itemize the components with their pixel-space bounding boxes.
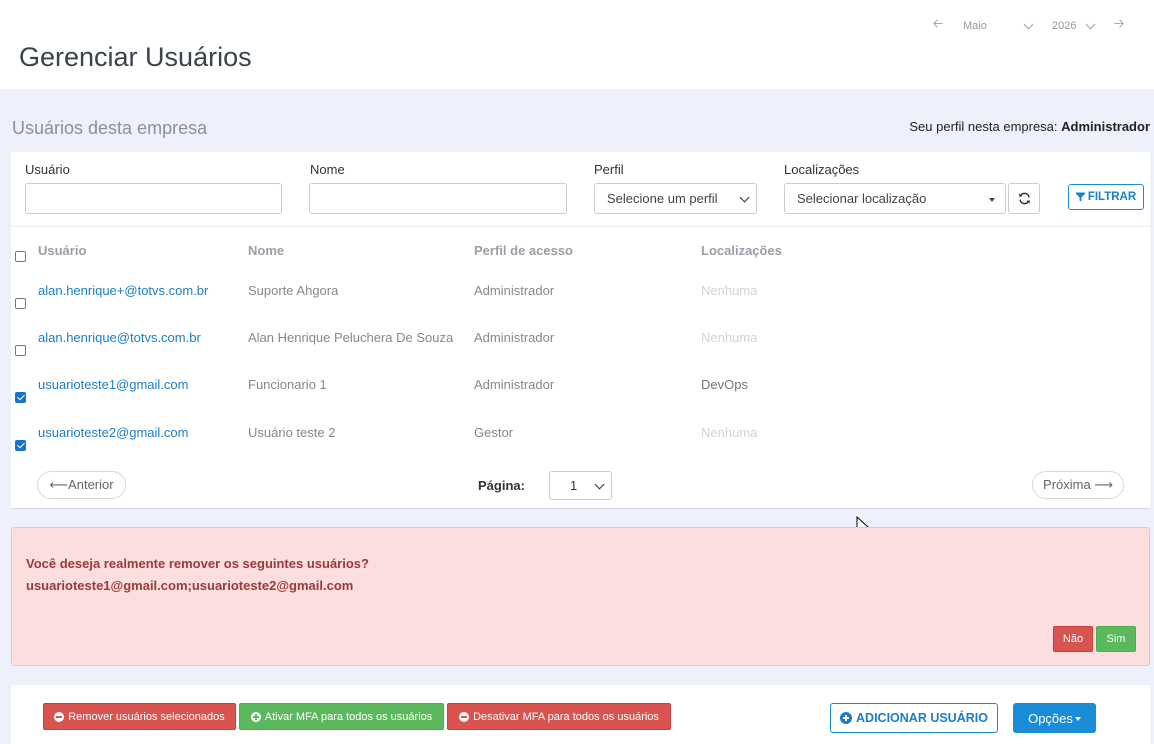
previous-page-button[interactable]: ⟵Anterior [37, 471, 126, 499]
row-nome: Funcionario 1 [248, 377, 327, 392]
chevron-down-icon [739, 192, 750, 203]
next-page-button[interactable]: Próxima ⟶ [1032, 471, 1124, 499]
minus-circle-icon [459, 711, 470, 722]
remove-selected-users-button[interactable]: Remover usuários selecionados [43, 703, 236, 730]
row-checkbox[interactable] [15, 345, 26, 356]
filter-icon [1075, 192, 1085, 202]
row-usuario-link[interactable]: usuarioteste1@gmail.com [38, 377, 188, 392]
row-usuario-link[interactable]: usuarioteste2@gmail.com [38, 425, 188, 440]
row-perfil: Administrador [474, 377, 555, 392]
prev-month-arrow-icon[interactable]: 🡠 [931, 15, 945, 37]
perfil-select[interactable]: Selecione um perfil [594, 183, 757, 214]
disable-mfa-button[interactable]: Desativar MFA para todos os usuários [447, 703, 671, 730]
confirmation-emails: usuarioteste1@gmail.com;usuarioteste2@gm… [26, 578, 354, 593]
month-select[interactable]: Maio [963, 19, 1034, 32]
column-header-nome[interactable]: Nome [248, 243, 284, 258]
column-header-perfil[interactable]: Perfil de acesso [474, 243, 573, 258]
remove-selected-users-label: Remover usuários selecionados [68, 710, 225, 723]
users-panel: Usuário Nome Perfil Selecione um perfil … [11, 152, 1150, 509]
actions-footer: Remover usuários selecionados Ativar MFA… [11, 685, 1150, 744]
row-checkbox[interactable] [15, 298, 26, 309]
options-label: Opções [1028, 710, 1073, 726]
row-localizacoes: Nenhuma [701, 425, 758, 440]
year-select[interactable]: 2026 [1052, 19, 1096, 32]
row-nome: Usuário teste 2 [248, 425, 336, 440]
localizacoes-filter-label: Localizações [784, 162, 860, 177]
yes-button[interactable]: Sim [1096, 626, 1136, 652]
caret-down-icon [1074, 717, 1081, 721]
select-all-checkbox[interactable] [15, 251, 26, 262]
enable-mfa-label: Ativar MFA para todos os usuários [264, 710, 433, 723]
row-nome: Suporte Ahgora [248, 283, 339, 298]
localizacoes-select[interactable]: Selecionar localização [784, 183, 1006, 214]
profile-value: Administrador [1061, 119, 1150, 134]
nome-filter-label: Nome [310, 162, 345, 177]
row-usuario-link[interactable]: alan.henrique+@totvs.com.br [38, 283, 208, 298]
dropdown-caret-icon [989, 198, 995, 202]
localizacoes-select-value: Selecionar localização [797, 191, 927, 206]
add-user-label: ADICIONAR USUÁRIO [856, 711, 988, 725]
confirmation-message: Você deseja realmente remover os seguint… [26, 556, 369, 571]
row-usuario-link[interactable]: alan.henrique@totvs.com.br [38, 330, 201, 345]
add-user-button[interactable]: ADICIONAR USUÁRIO [830, 703, 998, 733]
row-perfil: Administrador [474, 283, 555, 298]
filter-button-label: FILTRAR [1087, 191, 1137, 203]
page-title: Gerenciar Usuários [19, 42, 252, 72]
page-label: Página: [478, 478, 525, 493]
row-nome: Alan Henrique Peluchera De Souza [248, 330, 454, 345]
usuario-filter-input[interactable] [25, 183, 282, 214]
perfil-select-value: Selecione um perfil [607, 191, 718, 206]
profile-prefix: Seu perfil nesta empresa: [909, 119, 1058, 134]
column-header-localizacoes[interactable]: Localizações [701, 243, 782, 258]
perfil-filter-label: Perfil [594, 162, 624, 177]
enable-mfa-button[interactable]: Ativar MFA para todos os usuários [239, 703, 444, 730]
row-localizacoes: Nenhuma [701, 283, 758, 298]
next-month-arrow-icon[interactable]: 🡢 [1112, 15, 1126, 37]
row-localizacoes: Nenhuma [701, 330, 758, 345]
options-dropdown-button[interactable]: Opções [1013, 703, 1096, 733]
remove-confirmation-alert: Você deseja realmente remover os seguint… [11, 527, 1150, 666]
plus-circle-icon [250, 711, 261, 722]
nome-filter-input[interactable] [309, 183, 567, 214]
chevron-down-icon [1085, 19, 1096, 29]
plus-circle-icon [840, 712, 853, 724]
row-localizacoes: DevOps [701, 377, 748, 392]
page-select[interactable]: 1 [549, 471, 612, 500]
chevron-down-icon [594, 479, 605, 490]
section-title: Usuários desta empresa [12, 118, 208, 138]
refresh-button[interactable] [1008, 183, 1040, 214]
page-select-value: 1 [570, 478, 578, 493]
filter-divider [11, 226, 1150, 227]
disable-mfa-label: Desativar MFA para todos os usuários [473, 710, 659, 723]
usuario-filter-label: Usuário [25, 162, 70, 177]
row-checkbox[interactable] [15, 392, 26, 403]
minus-circle-icon [54, 711, 65, 722]
month-value: Maio [963, 20, 987, 32]
year-value: 2026 [1052, 20, 1077, 32]
chevron-down-icon [1023, 19, 1034, 29]
filter-button[interactable]: FILTRAR [1068, 184, 1144, 210]
top-bar: 🡠 Maio 2026 🡢 Gerenciar Usuários [0, 0, 1154, 89]
column-header-usuario[interactable]: Usuário [38, 243, 86, 258]
row-perfil: Gestor [474, 425, 514, 440]
row-checkbox[interactable] [15, 440, 26, 451]
refresh-icon [1018, 192, 1030, 205]
date-navigator: 🡠 Maio 2026 🡢 [931, 15, 1126, 37]
profile-info: Seu perfil nesta empresa: Administrador [909, 119, 1150, 134]
row-perfil: Administrador [474, 330, 555, 345]
no-button[interactable]: Não [1053, 626, 1093, 652]
